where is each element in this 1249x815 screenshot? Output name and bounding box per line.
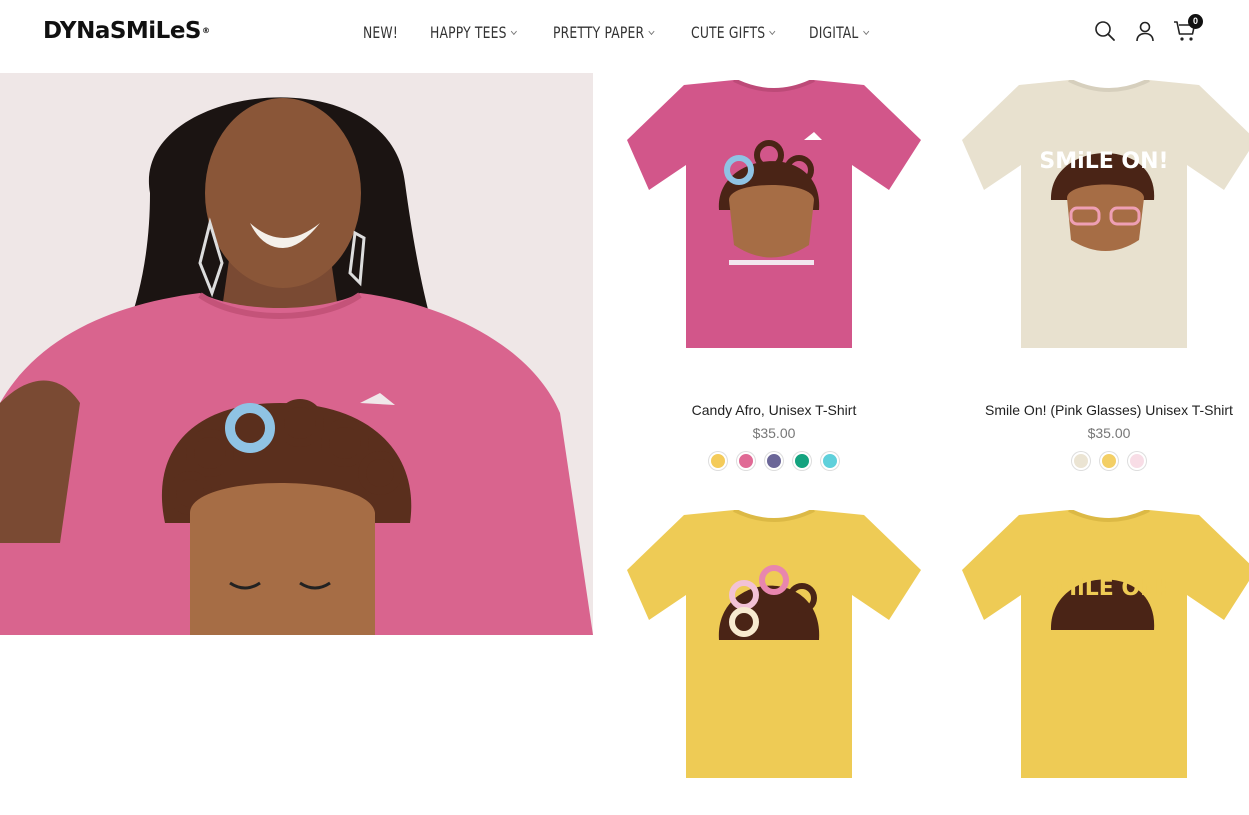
color-swatch[interactable]: [737, 452, 755, 470]
account-icon[interactable]: [1133, 18, 1157, 44]
color-swatch[interactable]: [709, 452, 727, 470]
chevron-down-icon: [862, 27, 869, 35]
chevron-down-icon: [769, 27, 776, 35]
color-swatch[interactable]: [821, 452, 839, 470]
product-price: $35.00: [1087, 425, 1131, 441]
hero-image[interactable]: [0, 73, 593, 635]
chevron-down-icon: [648, 27, 655, 35]
product-image[interactable]: SMiLE ON!: [959, 508, 1249, 810]
svg-text:SMiLE ON!: SMiLE ON!: [1039, 576, 1168, 601]
nav-item-pretty-paper[interactable]: PRETTY PAPER: [553, 22, 672, 44]
product-image[interactable]: [624, 508, 924, 810]
main-nav: NEW! HAPPY TEES PRETTY PAPER CUTE GIFTS …: [363, 22, 889, 44]
product-title[interactable]: Smile On! (Pink Glasses) Unisex T-Shirt: [959, 402, 1249, 418]
nav-item-happy-tees[interactable]: HAPPY TEES: [430, 22, 536, 44]
tshirt-shape: [962, 510, 1249, 778]
color-swatch[interactable]: [1128, 452, 1146, 470]
product-price: $35.00: [752, 425, 796, 441]
cart-icon[interactable]: 0: [1173, 14, 1203, 44]
color-swatch[interactable]: [1100, 452, 1118, 470]
product-image[interactable]: SMiLE ON!: [959, 78, 1249, 380]
color-swatch[interactable]: [793, 452, 811, 470]
svg-text:SMiLE ON!: SMiLE ON!: [1039, 149, 1168, 174]
color-swatch[interactable]: [765, 452, 783, 470]
site-header: DYNaSMiLeS® NEW! HAPPY TEES PRETTY PAPER…: [0, 0, 1249, 73]
color-swatches: [624, 452, 924, 470]
color-swatches: [959, 452, 1249, 470]
nav-item-digital[interactable]: DIGITAL: [809, 22, 878, 44]
product-title[interactable]: Candy Afro, Unisex T-Shirt: [624, 402, 924, 418]
brand-logo[interactable]: DYNaSMiLeS®: [43, 16, 210, 46]
search-icon[interactable]: [1093, 18, 1117, 44]
chevron-down-icon: [510, 27, 518, 35]
nav-item-new[interactable]: NEW!: [363, 22, 421, 44]
tshirt-shape: [627, 510, 921, 778]
cart-count-badge: 0: [1188, 14, 1203, 29]
color-swatch[interactable]: [1072, 452, 1090, 470]
header-actions: 0: [1093, 14, 1203, 44]
nav-item-cute-gifts[interactable]: CUTE GIFTS: [691, 22, 792, 44]
product-image[interactable]: [624, 78, 924, 380]
